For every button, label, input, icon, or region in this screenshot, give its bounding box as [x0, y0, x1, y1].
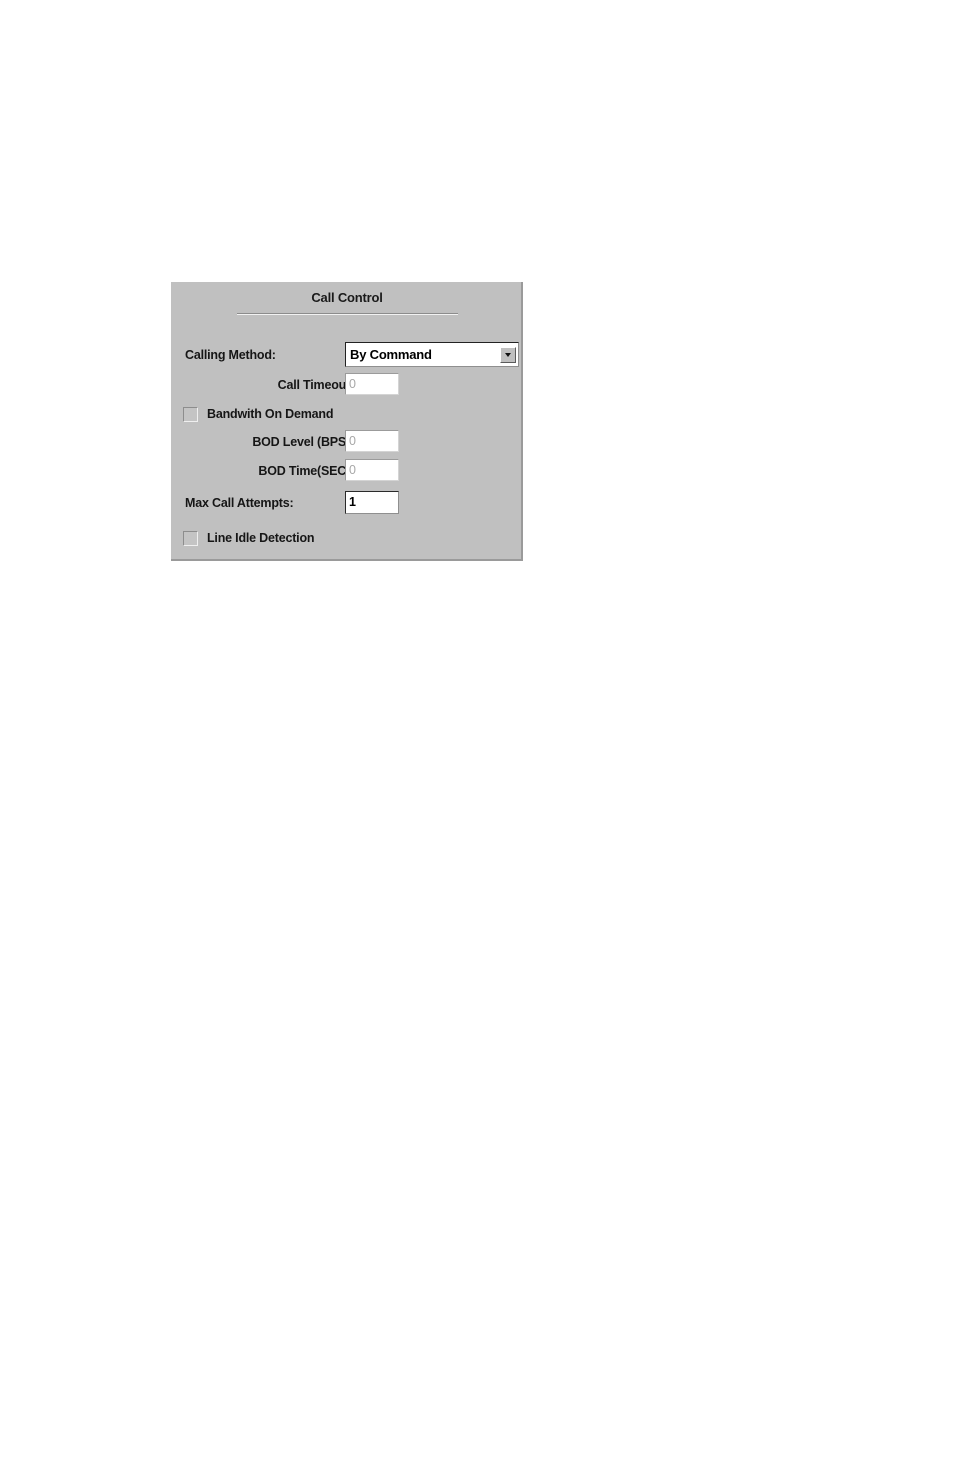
- bod-time-input[interactable]: 0: [345, 459, 399, 481]
- bod-time-label-column: BOD Time(SEC):: [185, 460, 354, 482]
- bod-level-label: BOD Level (BPS):: [252, 435, 354, 449]
- calling-method-value: By Command: [350, 347, 432, 362]
- call-timeout-label: Call Timeout:: [277, 378, 355, 392]
- max-call-attempts-input[interactable]: 1: [345, 491, 399, 514]
- calling-method-label-column: Calling Method:: [185, 344, 354, 366]
- chevron-down-icon: [505, 352, 511, 357]
- page-title: Call Control: [311, 290, 383, 305]
- line-idle-detection-label: Line Idle Detection: [207, 531, 315, 545]
- bod-time-row: BOD Time(SEC):: [185, 460, 354, 482]
- calling-method-dropdown-button[interactable]: [500, 346, 516, 363]
- call-timeout-label-column: Call Timeout:: [185, 374, 355, 396]
- bandwith-on-demand-checkbox[interactable]: [183, 406, 198, 422]
- max-call-attempts-row: Max Call Attempts:: [185, 492, 354, 514]
- bandwith-on-demand-checkbox-row[interactable]: Bandwith On Demand: [183, 404, 333, 424]
- max-call-attempts-label: Max Call Attempts:: [185, 496, 294, 510]
- max-call-attempts-label-column: Max Call Attempts:: [185, 492, 354, 514]
- bod-level-input[interactable]: 0: [345, 430, 399, 452]
- call-timeout-input[interactable]: 0: [345, 373, 399, 395]
- bandwith-on-demand-label: Bandwith On Demand: [207, 407, 334, 421]
- title-divider: [237, 313, 458, 315]
- bod-level-label-column: BOD Level (BPS):: [185, 431, 354, 453]
- line-idle-detection-checkbox-row[interactable]: Line Idle Detection: [183, 528, 315, 548]
- calling-method-row: Calling Method:: [185, 344, 354, 366]
- bod-time-label: BOD Time(SEC):: [258, 464, 354, 478]
- bod-level-row: BOD Level (BPS):: [185, 431, 354, 453]
- calling-method-select[interactable]: By Command: [345, 342, 519, 367]
- calling-method-label: Calling Method:: [185, 348, 276, 362]
- line-idle-detection-checkbox[interactable]: [183, 530, 198, 546]
- call-control-panel: Call Control Calling Method: By Command …: [171, 282, 523, 561]
- call-timeout-row: Call Timeout:: [185, 374, 355, 396]
